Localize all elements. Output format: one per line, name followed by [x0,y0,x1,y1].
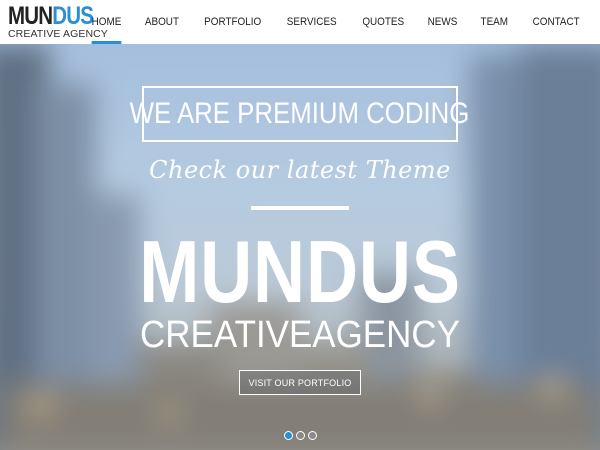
logo-wordmark-part1: MUN [8,2,53,30]
site-header: MUNDUS CREATIVE AGENCY HOME ABOUT PORTFOLI… [0,0,600,44]
slider-pagination [284,431,317,440]
hero-script-text: Check our latest Theme [149,156,451,184]
nav-item-services[interactable]: SERVICES [278,0,346,44]
hero-divider [251,206,349,210]
hero-heading: WE ARE PREMIUM CODING [130,97,470,130]
hero-brand-subtitle: CREATIVEAGENCY [140,314,460,356]
nav-item-news[interactable]: NEWS [419,0,467,44]
slider-dot[interactable] [308,431,317,440]
page: MUNDUS CREATIVE AGENCY HOME ABOUT PORTFOLI… [0,0,600,450]
nav-item-team[interactable]: TEAM [472,0,518,44]
nav-item-quotes[interactable]: QUOTES [353,0,413,44]
nav-item-home[interactable]: HOME [83,0,131,44]
visit-portfolio-button[interactable]: VISIT OUR PORTFOLIO [239,370,361,395]
nav-item-about[interactable]: ABOUT [136,0,188,44]
main-nav: HOME ABOUT PORTFOLIO SERVICES QUOTES NEWS TEAM… [80,0,592,44]
hero-slider: WE ARE PREMIUM CODING Check our latest T… [0,44,600,450]
slider-dot[interactable] [284,431,293,440]
hero-heading-frame: WE ARE PREMIUM CODING [130,86,470,142]
hero-brand-title: MUNDUS [139,222,461,321]
nav-item-contact[interactable]: CONTACT [523,0,588,44]
slider-dot[interactable] [296,431,305,440]
nav-item-portfolio[interactable]: PORTFOLIO [195,0,270,44]
